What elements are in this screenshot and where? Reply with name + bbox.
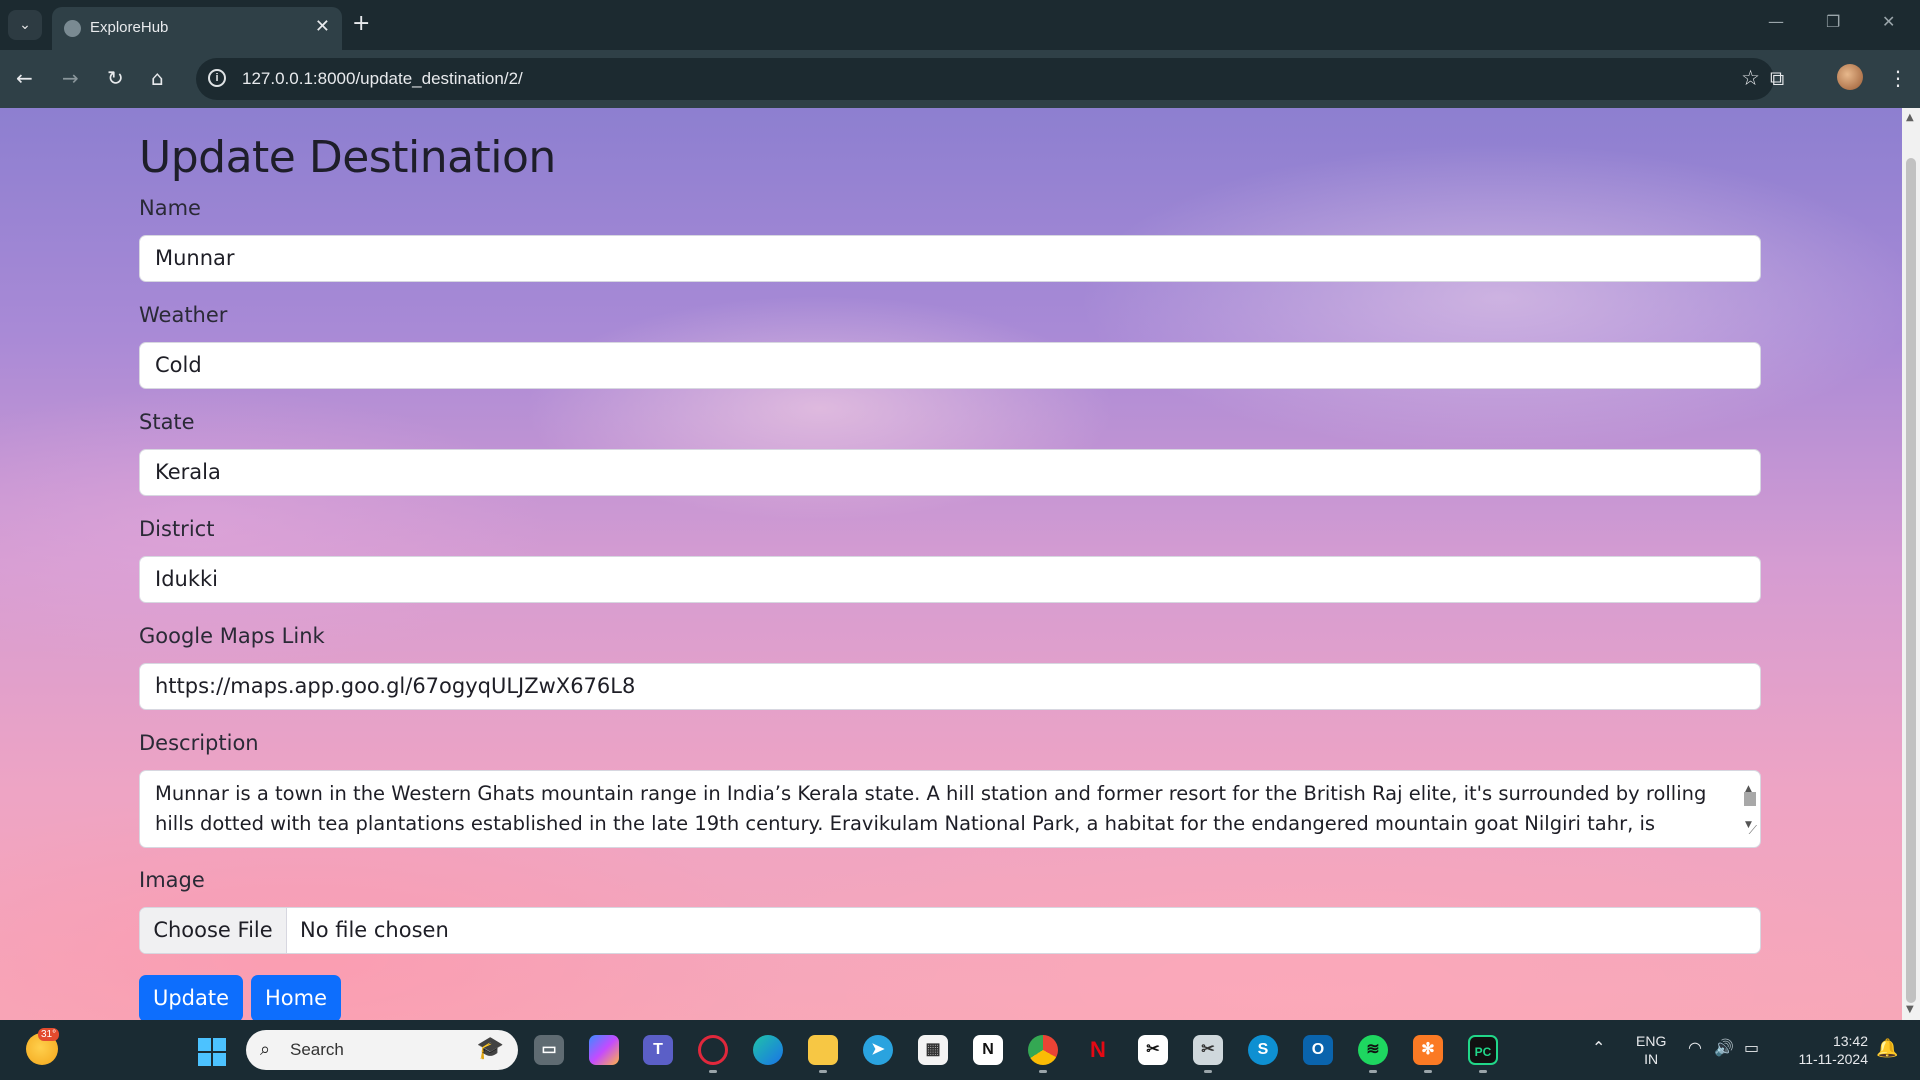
browser-toolbar: ← → ↻ ⌂ i 127.0.0.1:8000/update_destinat… (0, 50, 1920, 108)
taskbar-search-placeholder: Search (290, 1040, 344, 1059)
snipping-tool-icon[interactable]: ✂ (1193, 1035, 1223, 1065)
pycharm-icon[interactable]: PC (1468, 1035, 1498, 1065)
netflix-icon[interactable]: N (1083, 1035, 1113, 1065)
file-explorer-icon[interactable] (808, 1035, 838, 1065)
address-bar-url[interactable]: 127.0.0.1:8000/update_destination/2/ (242, 69, 523, 89)
wifi-icon[interactable]: ◠ (1688, 1038, 1702, 1057)
maps-link-label: Google Maps Link (139, 624, 325, 648)
outlook-icon[interactable]: O (1303, 1035, 1333, 1065)
language-code: ENG (1636, 1033, 1667, 1049)
description-label: Description (139, 731, 259, 755)
extensions-icon[interactable]: ⧉ (1770, 66, 1784, 90)
language-indicator[interactable]: ENG IN (1636, 1032, 1666, 1068)
snipping-running-indicator (1204, 1070, 1212, 1073)
address-bar[interactable]: i 127.0.0.1:8000/update_destination/2/ ☆ (196, 58, 1774, 100)
reload-icon[interactable]: ↻ (107, 66, 124, 90)
district-input[interactable]: Idukki (139, 556, 1761, 603)
search-icon: ⌕ (260, 1039, 271, 1060)
capcut-icon[interactable]: ✂ (1138, 1035, 1168, 1065)
opera-running-indicator (709, 1070, 717, 1073)
browser-menu-icon[interactable]: ⋮ (1888, 66, 1908, 90)
resize-handle-icon[interactable]: ⟋ (1749, 815, 1757, 845)
restore-window-icon[interactable]: ❐ (1826, 12, 1840, 31)
teams-icon[interactable]: T (643, 1035, 673, 1065)
maps-link-input[interactable]: https://maps.app.goo.gl/67ogyqULJZwX676L… (139, 663, 1761, 710)
microsoft-store-icon[interactable]: ▦ (918, 1035, 948, 1065)
bookmark-star-icon[interactable]: ☆ (1741, 66, 1760, 90)
page-scroll-thumb[interactable] (1906, 158, 1916, 1003)
taskbar-search[interactable]: ⌕ Search 🎓 (246, 1030, 518, 1070)
page-title: Update Destination (139, 132, 556, 183)
spotify-icon[interactable]: ≋ (1358, 1035, 1388, 1065)
weather-label: Weather (139, 303, 228, 327)
chrome-running-indicator (1039, 1070, 1047, 1073)
choose-file-button[interactable]: Choose File (140, 908, 287, 953)
spotify-running-indicator (1369, 1070, 1377, 1073)
description-textarea[interactable]: Munnar is a town in the Western Ghats mo… (139, 770, 1761, 848)
pycharm-running-indicator (1479, 1070, 1487, 1073)
opera-icon[interactable] (698, 1035, 728, 1065)
browser-tab-bar: ⌄ ExploreHub ✕ + — ❐ ✕ (0, 0, 1920, 50)
copilot-icon[interactable] (589, 1035, 619, 1065)
page-scroll-up-icon[interactable]: ▲ (1906, 112, 1914, 123)
xampp-icon[interactable]: ✻ (1413, 1035, 1443, 1065)
page-scrollbar[interactable]: ▲ ▼ (1902, 108, 1920, 1020)
windows-start-icon[interactable] (198, 1038, 226, 1066)
notion-icon[interactable]: N (973, 1035, 1003, 1065)
explorer-running-indicator (819, 1070, 827, 1073)
new-tab-button[interactable]: + (352, 11, 370, 37)
state-input[interactable]: Kerala (139, 449, 1761, 496)
back-arrow-icon[interactable]: ← (16, 66, 33, 90)
site-info-icon[interactable]: i (208, 69, 226, 87)
xampp-running-indicator (1424, 1070, 1432, 1073)
browser-tab[interactable]: ExploreHub ✕ (52, 7, 342, 50)
home-button[interactable]: Home (251, 975, 341, 1020)
district-label: District (139, 517, 215, 541)
notification-bell-icon[interactable]: 🔔 (1876, 1038, 1898, 1059)
minimize-window-icon[interactable]: — (1768, 12, 1784, 31)
clock-time: 13:42 (1832, 1033, 1868, 1049)
edge-icon[interactable] (753, 1035, 783, 1065)
region-code: IN (1644, 1051, 1659, 1067)
battery-icon[interactable]: ▭ (1744, 1038, 1759, 1057)
image-file-input[interactable]: Choose File No file chosen (139, 907, 1761, 954)
forward-arrow-icon[interactable]: → (62, 66, 79, 90)
image-label: Image (139, 868, 205, 892)
graduation-cap-icon: 🎓 (476, 1036, 504, 1061)
name-input[interactable]: Munnar (139, 235, 1761, 282)
telegram-icon[interactable]: ➤ (863, 1035, 893, 1065)
site-favicon-icon (64, 20, 81, 37)
close-window-icon[interactable]: ✕ (1882, 12, 1895, 31)
show-hidden-icons-chevron-icon[interactable]: ⌃ (1592, 1038, 1605, 1057)
update-button[interactable]: Update (139, 975, 243, 1020)
page-background: Update Destination Name Munnar Weather C… (0, 108, 1902, 1020)
tab-title: ExploreHub (90, 19, 169, 36)
task-view-icon[interactable]: ▭ (534, 1035, 564, 1065)
weather-temperature: 31° (38, 1028, 60, 1041)
system-clock[interactable]: 13:42 11-11-2024 (1784, 1032, 1868, 1068)
clock-date: 11-11-2024 (1798, 1051, 1868, 1067)
tab-search-chevron-icon[interactable]: ⌄ (8, 10, 42, 40)
close-tab-icon[interactable]: ✕ (315, 16, 330, 37)
weather-input[interactable]: Cold (139, 342, 1761, 389)
volume-icon[interactable]: 🔊 (1714, 1038, 1734, 1057)
description-text: Munnar is a town in the Western Ghats mo… (155, 782, 1707, 835)
no-file-chosen-text: No file chosen (300, 918, 449, 942)
page-scroll-down-icon[interactable]: ▼ (1906, 1004, 1914, 1015)
textarea-scroll-thumb[interactable] (1744, 792, 1756, 806)
chrome-icon[interactable] (1028, 1035, 1058, 1065)
skype-icon[interactable]: S (1248, 1035, 1278, 1065)
home-icon[interactable]: ⌂ (151, 66, 164, 90)
state-label: State (139, 410, 195, 434)
name-label: Name (139, 196, 201, 220)
windows-taskbar: 31° ⌕ Search 🎓 ▭ T ➤ ▦ N N ✂ ✂ S O ≋ ✻ P… (0, 1020, 1920, 1080)
profile-avatar[interactable] (1837, 64, 1863, 90)
